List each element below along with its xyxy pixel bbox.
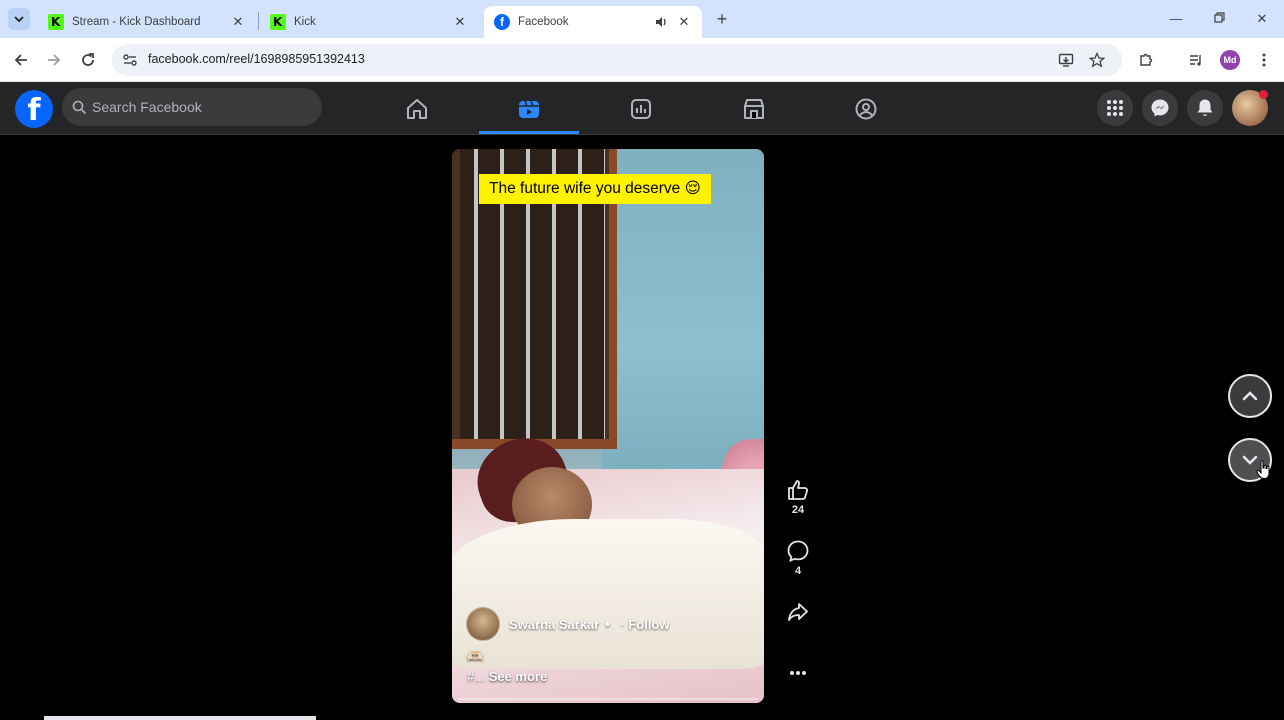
speaker-icon[interactable] [654, 15, 668, 29]
kick-icon [270, 14, 286, 30]
reel-description: #... See more [467, 669, 547, 684]
bookmark-star-icon[interactable] [1089, 52, 1105, 68]
puzzle-icon [1140, 53, 1153, 66]
facebook-header: f [0, 82, 1284, 135]
thumbs-up-icon [788, 480, 809, 500]
restore-button[interactable] [1209, 9, 1229, 29]
close-icon[interactable]: ✕ [230, 14, 246, 30]
reels-icon [519, 100, 539, 118]
menu-button[interactable] [1097, 90, 1133, 126]
tab-kick[interactable]: Kick ✕ [260, 6, 478, 38]
browser-profile-avatar[interactable]: Md [1220, 50, 1240, 70]
new-tab-button[interactable]: + [712, 9, 732, 29]
nav-home[interactable] [367, 86, 467, 131]
follow-button[interactable]: · Follow [620, 617, 669, 632]
share-button[interactable] [780, 600, 816, 624]
browser-toolbar: facebook.com/reel/1698985951392413 Md [0, 38, 1284, 82]
forward-button[interactable] [42, 48, 66, 72]
reload-button[interactable] [76, 48, 100, 72]
more-vertical-icon [1262, 53, 1266, 67]
nav-reels[interactable] [479, 86, 579, 131]
tab-facebook[interactable]: f Facebook ✕ [484, 6, 702, 38]
author-avatar[interactable] [466, 607, 500, 641]
back-button[interactable] [9, 48, 33, 72]
more-horizontal-icon [790, 671, 806, 675]
nav-active-indicator [479, 131, 579, 134]
like-button[interactable]: 24 [780, 478, 816, 516]
grid-menu-icon [1107, 100, 1123, 116]
tab-title: Kick [294, 16, 316, 28]
restore-icon [1213, 12, 1225, 23]
search-input[interactable] [92, 88, 312, 126]
close-icon[interactable]: ✕ [676, 14, 692, 30]
horizontal-scrollbar[interactable] [44, 716, 316, 720]
extensions-button[interactable] [1134, 48, 1158, 72]
minimize-button[interactable]: — [1166, 9, 1186, 29]
nav-gaming[interactable] [816, 86, 916, 131]
groups-icon [631, 98, 651, 119]
chevron-up-icon [1242, 391, 1258, 401]
author-name[interactable]: Swarna Sarkar [509, 617, 599, 632]
video-caption: The future wife you deserve 😌 [479, 174, 711, 204]
media-controls-button[interactable] [1184, 48, 1208, 72]
messenger-icon [1151, 99, 1169, 117]
arrow-right-icon [48, 54, 61, 66]
install-app-icon[interactable] [1058, 52, 1074, 68]
comment-count: 4 [794, 565, 802, 577]
close-icon[interactable]: ✕ [452, 14, 468, 30]
chevron-down-icon [14, 16, 24, 23]
tab-kick-dashboard[interactable]: Stream - Kick Dashboard ✕ [38, 6, 256, 38]
share-icon [788, 603, 808, 621]
like-count: 24 [791, 504, 805, 516]
notification-dot [1259, 90, 1268, 99]
browser-tab-strip: Stream - Kick Dashboard ✕ Kick ✕ f Faceb… [0, 0, 1284, 38]
video-scene-blanket [452, 519, 764, 669]
video-progress-bar[interactable] [458, 698, 758, 700]
nav-marketplace[interactable] [704, 86, 804, 131]
site-info-icon[interactable] [122, 52, 138, 68]
marketplace-icon [744, 98, 764, 119]
tab-title: Facebook [518, 16, 569, 28]
home-icon [407, 98, 427, 119]
reel-author: Swarna Sarkar ● · Follow [466, 607, 670, 641]
search-icon [72, 100, 87, 115]
notifications-button[interactable] [1187, 90, 1223, 126]
tab-title: Stream - Kick Dashboard [72, 16, 201, 28]
reload-icon [82, 53, 94, 66]
tab-divider [258, 12, 259, 30]
see-more-link[interactable]: See more [489, 669, 548, 684]
hand-cursor-icon [1256, 460, 1270, 480]
close-window-button[interactable]: ✕ [1252, 9, 1272, 29]
more-options-button[interactable] [780, 664, 816, 682]
bell-icon [1197, 99, 1213, 116]
facebook-search[interactable] [62, 88, 322, 126]
reel-description-emoji: 🫶🏻 [467, 649, 484, 664]
playlist-icon [1190, 55, 1201, 66]
comment-button[interactable]: 4 [780, 539, 816, 577]
nav-groups[interactable] [591, 86, 691, 131]
address-bar[interactable]: facebook.com/reel/1698985951392413 [112, 44, 1122, 76]
description-text: #... [467, 669, 489, 684]
facebook-icon: f [494, 14, 510, 30]
comment-icon [787, 540, 809, 562]
url-text: facebook.com/reel/1698985951392413 [148, 52, 365, 66]
browser-menu-button[interactable] [1252, 48, 1276, 72]
messenger-button[interactable] [1142, 90, 1178, 126]
facebook-logo[interactable]: f [15, 90, 53, 128]
arrow-left-icon [14, 54, 27, 66]
reel-video[interactable]: The future wife you deserve 😌 Swarna Sar… [452, 149, 764, 703]
profile-circle-icon [855, 98, 877, 119]
kick-icon [48, 14, 64, 30]
tab-search-button[interactable] [8, 8, 30, 30]
previous-reel-button[interactable] [1228, 374, 1272, 418]
verified-icon: ● [604, 618, 611, 630]
